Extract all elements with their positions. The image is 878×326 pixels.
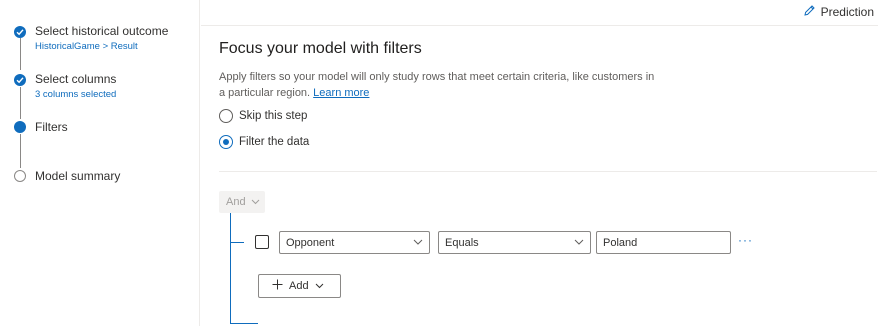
prediction-label: Prediction xyxy=(820,5,874,19)
radio-label: Filter the data xyxy=(239,136,310,148)
radio-skip-step[interactable]: Skip this step xyxy=(219,109,307,123)
radio-button[interactable] xyxy=(219,135,233,149)
chevron-down-icon xyxy=(251,196,260,208)
radio-button[interactable] xyxy=(219,109,233,123)
step-title: Model summary xyxy=(35,169,121,183)
group-operator-dropdown[interactable]: And xyxy=(219,191,265,213)
pencil-icon xyxy=(803,4,816,20)
step-title: Select columns xyxy=(35,72,117,86)
radio-label: Skip this step xyxy=(239,110,308,122)
step-connector xyxy=(19,134,21,168)
group-operator-label: And xyxy=(226,196,246,208)
description-text: Apply filters so your model will only st… xyxy=(219,71,655,99)
chevron-down-icon xyxy=(574,237,584,250)
step-subtitle: 3 columns selected xyxy=(35,89,117,100)
page-description: Apply filters so your model will only st… xyxy=(219,69,659,101)
filter-row-checkbox[interactable] xyxy=(255,235,269,249)
operator-dropdown[interactable]: Equals xyxy=(438,231,591,254)
step-subtitle: HistoricalGame > Result xyxy=(35,41,138,52)
learn-more-link[interactable]: Learn more xyxy=(313,87,369,99)
add-filter-button[interactable]: Add xyxy=(258,274,341,298)
filter-value: Poland xyxy=(603,236,638,249)
filters-panel: Focus your model with filters Apply filt… xyxy=(219,40,877,324)
step-title: Select historical outcome xyxy=(35,24,169,38)
top-bar: Prediction xyxy=(201,0,878,26)
column-value: Opponent xyxy=(286,236,335,249)
more-options-icon[interactable]: ··· xyxy=(738,233,753,247)
filter-value-input[interactable]: Poland xyxy=(596,231,731,254)
tree-connector xyxy=(230,213,231,323)
radio-filter-data[interactable]: Filter the data xyxy=(219,135,309,149)
step-connector xyxy=(19,87,21,119)
plus-icon xyxy=(272,279,283,293)
checkmark-icon xyxy=(14,26,26,38)
operator-value: Equals xyxy=(445,236,479,249)
column-dropdown[interactable]: Opponent xyxy=(279,231,430,254)
step-title: Filters xyxy=(35,120,68,134)
current-step-icon xyxy=(14,121,26,133)
chevron-down-icon xyxy=(315,280,324,292)
prediction-button[interactable]: Prediction xyxy=(803,4,874,20)
chevron-down-icon xyxy=(413,237,423,250)
wizard-sidebar: Select historical outcome HistoricalGame… xyxy=(0,0,200,326)
add-label: Add xyxy=(289,280,309,292)
divider xyxy=(219,171,877,172)
tree-connector xyxy=(230,323,258,324)
step-connector xyxy=(19,38,21,70)
checkmark-icon xyxy=(14,74,26,86)
pending-step-icon xyxy=(14,170,26,182)
tree-connector xyxy=(230,242,244,243)
page-title: Focus your model with filters xyxy=(219,40,422,57)
